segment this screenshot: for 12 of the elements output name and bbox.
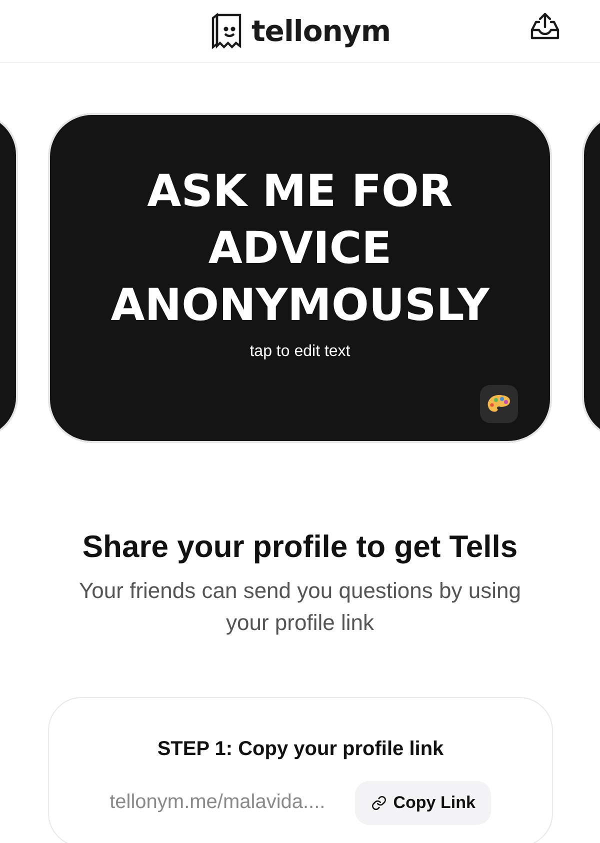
copy-link-button[interactable]: Copy Link <box>355 780 492 825</box>
palette-icon[interactable] <box>480 385 518 423</box>
link-icon <box>371 794 388 811</box>
share-subtitle: Your friends can send you questions by using your profile link <box>78 577 522 637</box>
edit-hint: tap to edit text <box>250 342 350 361</box>
share-title: Share your profile to get Tells <box>82 529 518 565</box>
share-icon[interactable] <box>530 12 560 40</box>
logo-icon <box>209 12 244 50</box>
card-headline[interactable]: ASK ME FOR ADVICE ANONYMOUSLY <box>85 163 515 335</box>
brand-name: tellonym <box>251 14 391 48</box>
question-card[interactable]: ASK ME FOR ADVICE ANONYMOUSLY tap to edit text <box>48 113 552 443</box>
step-title: STEP 1: Copy your profile link <box>157 738 444 761</box>
